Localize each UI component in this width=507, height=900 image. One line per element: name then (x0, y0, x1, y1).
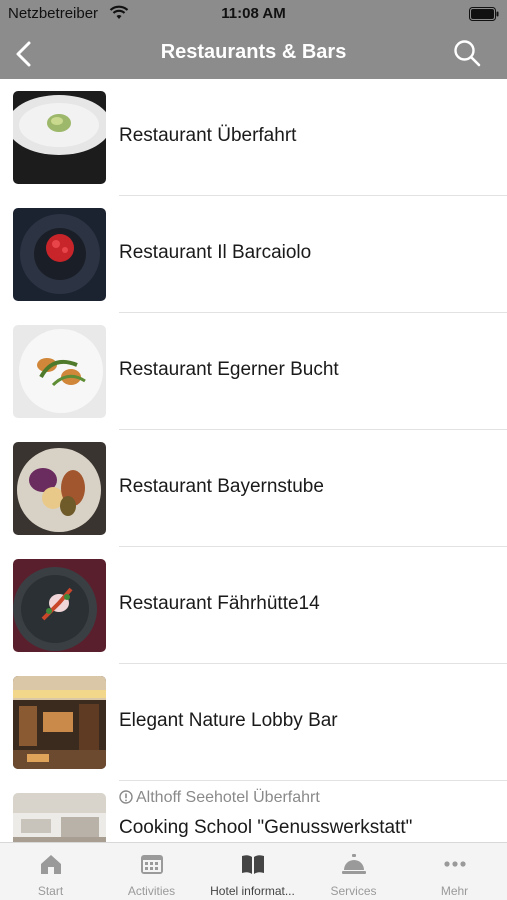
list-item[interactable]: Restaurant Il Barcaiolo (0, 196, 507, 313)
lobby-thumbnail (13, 676, 106, 769)
list-item[interactable]: Restaurant Überfahrt (0, 79, 507, 196)
kitchen-thumbnail (13, 793, 106, 842)
info-circle-icon (119, 790, 133, 804)
list-item-label: Restaurant Bayernstube (119, 476, 324, 497)
tab-hotel-information[interactable]: Hotel informat... (202, 843, 303, 900)
calendar-icon (141, 855, 163, 874)
tab-label: Start (37, 884, 64, 898)
list-item-location: Althoff Seehotel Überfahrt (119, 789, 320, 807)
battery-icon (469, 7, 499, 21)
restaurant-list: Restaurant Überfahrt Restaurant Il Barca… (0, 79, 507, 842)
list-item-meta: Althoff Seehotel Überfahrt (136, 789, 320, 806)
dish-thumbnail (13, 559, 106, 652)
tab-label: Activities (127, 884, 176, 898)
list-item[interactable]: Althoff Seehotel Überfahrt Cooking Schoo… (0, 781, 507, 842)
list-item-label: Restaurant Il Barcaiolo (119, 242, 312, 263)
tab-label: Services (330, 884, 377, 898)
more-dots-icon (444, 861, 466, 867)
home-icon (41, 855, 61, 874)
page-title: Restaurants & Bars (160, 41, 347, 63)
list-item[interactable]: Elegant Nature Lobby Bar (0, 664, 507, 781)
list-item[interactable]: Restaurant Bayernstube (0, 430, 507, 547)
dish-thumbnail (13, 325, 106, 418)
tab-bar: Start Activities Hotel informat... Servi… (0, 842, 507, 900)
status-bar: Netzbetreiber 11:08 AM (0, 0, 507, 28)
tab-label: Hotel informat... (210, 884, 295, 898)
book-icon (242, 855, 264, 874)
tab-start[interactable]: Start (0, 843, 101, 900)
search-icon[interactable] (453, 39, 481, 67)
list-item-label: Cooking School "Genusswerkstatt" (119, 817, 413, 838)
list-item-label: Restaurant Egerner Bucht (119, 359, 339, 380)
list-item-label: Elegant Nature Lobby Bar (119, 710, 338, 731)
tab-activities[interactable]: Activities (101, 843, 202, 900)
list-item[interactable]: Restaurant Fährhütte14 (0, 547, 507, 664)
tab-label: Mehr (440, 884, 469, 898)
tab-services[interactable]: Services (303, 843, 404, 900)
list-item-label: Restaurant Fährhütte14 (119, 593, 320, 614)
dish-thumbnail (13, 208, 106, 301)
service-bell-icon (342, 854, 366, 874)
dish-thumbnail (13, 91, 106, 184)
list-item[interactable]: Restaurant Egerner Bucht (0, 313, 507, 430)
dish-thumbnail (13, 442, 106, 535)
navigation-bar: Restaurants & Bars (0, 28, 507, 79)
clock: 11:08 AM (221, 5, 286, 22)
list-item-label: Restaurant Überfahrt (119, 125, 297, 146)
tab-more[interactable]: Mehr (404, 843, 505, 900)
